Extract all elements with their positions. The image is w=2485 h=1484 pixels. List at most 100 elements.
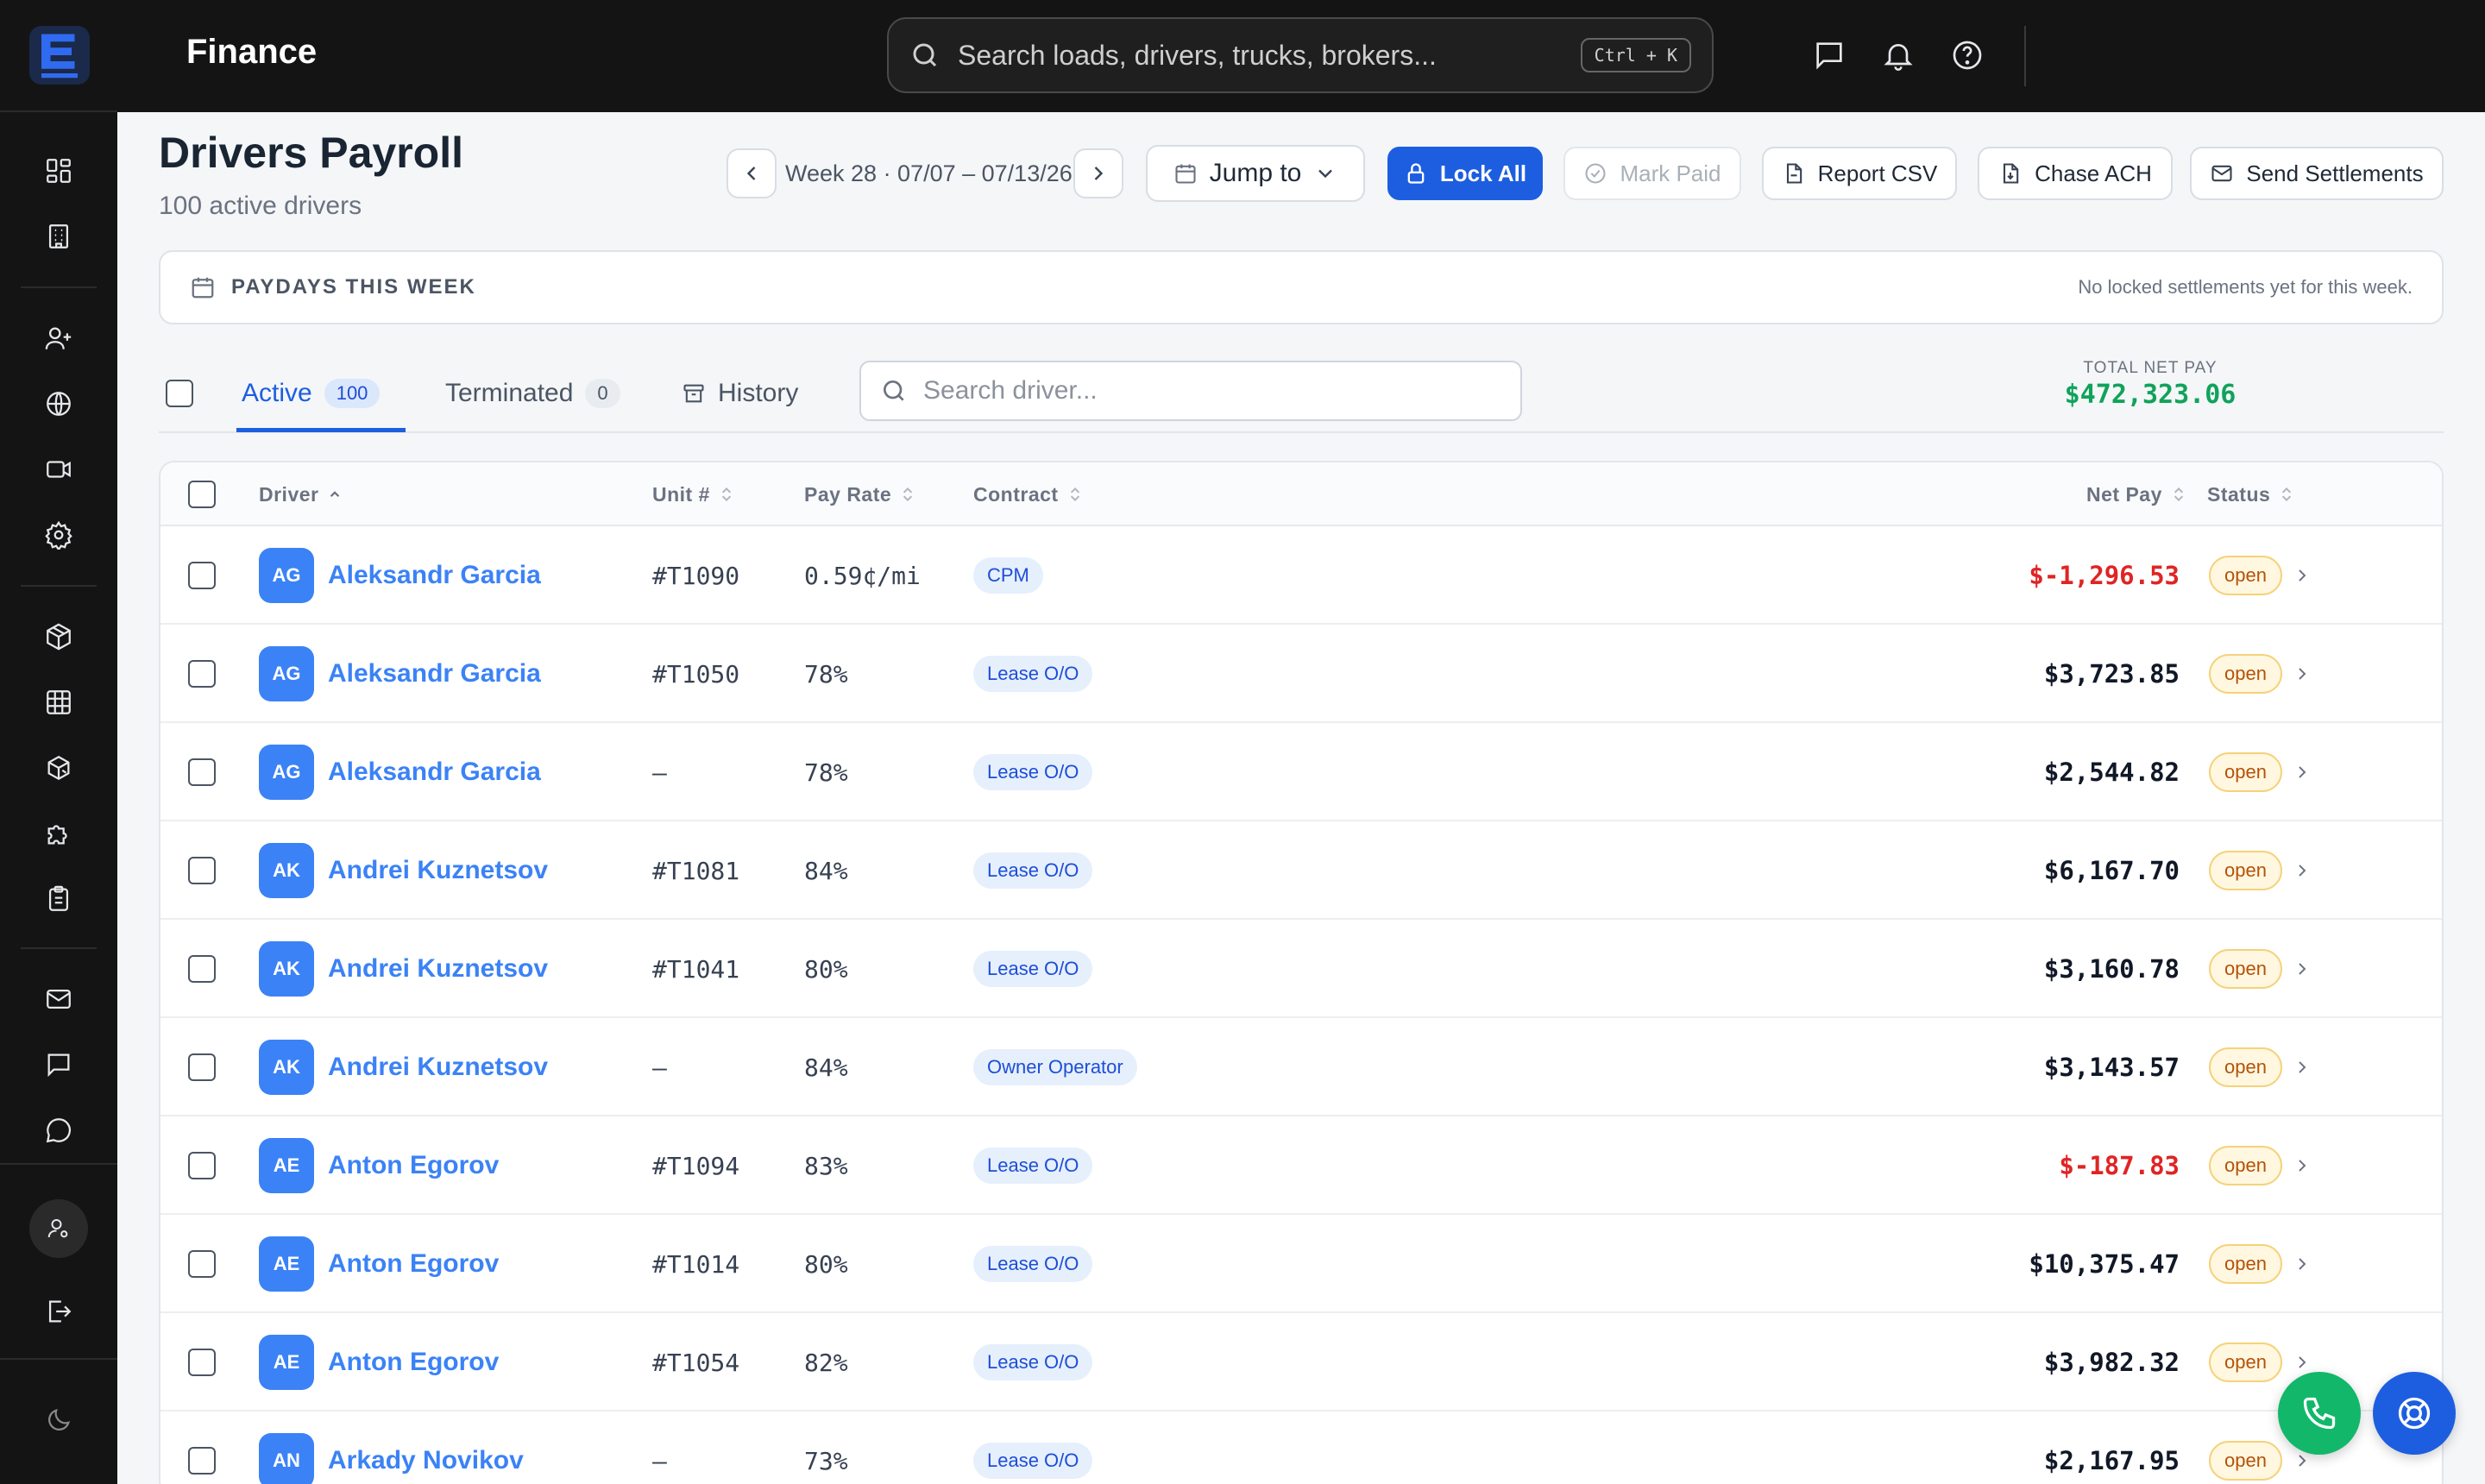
call-button[interactable] <box>2278 1372 2361 1455</box>
table-row[interactable]: AG Aleksandr Garcia — 78% Lease O/O $2,544.82… <box>160 723 2442 821</box>
table-row[interactable]: AG Aleksandr Garcia #T1090 0.59¢/mi CPM $-1,2… <box>160 526 2442 625</box>
driver-name-link[interactable]: Anton Egorov <box>328 1249 499 1279</box>
app-logo[interactable] <box>29 26 90 85</box>
row-checkbox[interactable] <box>188 1053 216 1081</box>
sort-icon <box>2282 487 2292 502</box>
grid-icon[interactable] <box>38 682 79 723</box>
row-checkbox[interactable] <box>188 1152 216 1179</box>
row-checkbox-cell <box>188 821 216 920</box>
bell-icon[interactable] <box>1878 35 1919 76</box>
row-checkbox[interactable] <box>188 660 216 688</box>
select-all-checkbox[interactable] <box>188 481 216 508</box>
table-row[interactable]: AE Anton Egorov #T1094 83% Lease O/O $-187.83… <box>160 1116 2442 1215</box>
message-square-icon[interactable] <box>38 1044 79 1085</box>
table-row[interactable]: AK Andrei Kuznetsov #T1041 80% Lease O/O $3,1… <box>160 920 2442 1018</box>
logout-icon[interactable] <box>38 1291 79 1332</box>
column-header-driver[interactable]: Driver <box>259 462 343 526</box>
chase-ach-button[interactable]: Chase ACH <box>1978 147 2173 200</box>
tab-terminated[interactable]: Terminated 0 <box>445 354 620 433</box>
column-header-net-pay[interactable]: Net Pay <box>2086 462 2186 526</box>
table-row[interactable]: AG Aleksandr Garcia #T1050 78% Lease O/O $3,7… <box>160 625 2442 723</box>
lock-all-button[interactable]: Lock All <box>1387 147 1543 200</box>
driver-name-link[interactable]: Andrei Kuznetsov <box>328 954 548 984</box>
table-row[interactable]: AE Anton Egorov #T1014 80% Lease O/O $10,375.… <box>160 1215 2442 1313</box>
driver-search-input[interactable] <box>923 376 1501 406</box>
net-pay-value: $3,160.78 <box>2043 954 2180 984</box>
driver-cell: AE Anton Egorov <box>259 1215 499 1313</box>
dashboard-icon[interactable] <box>38 150 79 192</box>
support-button[interactable] <box>2373 1372 2456 1455</box>
row-checkbox[interactable] <box>188 758 216 786</box>
sidebar-divider <box>21 585 97 587</box>
report-csv-button[interactable]: Report CSV <box>1762 147 1957 200</box>
row-checkbox-cell <box>188 1313 216 1412</box>
column-header-contract[interactable]: Contract <box>973 462 1083 526</box>
table-row[interactable]: AK Andrei Kuznetsov — 84% Owner Operator $3,1… <box>160 1018 2442 1116</box>
net-pay-value: $10,375.47 <box>2029 1249 2180 1279</box>
row-chevron-right-icon[interactable] <box>2292 625 2312 723</box>
net-pay-cell: $10,375.47 <box>1714 1215 2180 1313</box>
video-icon[interactable] <box>38 449 79 490</box>
select-all-tab-checkbox[interactable] <box>166 380 193 407</box>
row-chevron-right-icon[interactable] <box>2292 821 2312 920</box>
building-icon[interactable] <box>38 216 79 257</box>
report-csv-label: Report CSV <box>1817 160 1938 186</box>
puzzle-icon[interactable] <box>38 813 79 854</box>
status-badge: open <box>2209 1441 2282 1481</box>
row-chevron-right-icon[interactable] <box>2292 1215 2312 1313</box>
table-row[interactable]: AE Anton Egorov #T1054 82% Lease O/O $3,982.3… <box>160 1313 2442 1412</box>
driver-name-link[interactable]: Aleksandr Garcia <box>328 758 541 787</box>
message-circle-icon[interactable] <box>38 1110 79 1151</box>
driver-name-link[interactable]: Aleksandr Garcia <box>328 659 541 689</box>
tab-history[interactable]: History <box>682 354 798 433</box>
driver-name-link[interactable]: Aleksandr Garcia <box>328 561 541 590</box>
net-pay-cell: $3,160.78 <box>1714 920 2180 1018</box>
table-row[interactable]: AN Arkady Novikov — 73% Lease O/O $2,167.95 op… <box>160 1412 2442 1484</box>
tab-active[interactable]: Active 100 <box>242 354 381 433</box>
mail-icon[interactable] <box>38 978 79 1020</box>
table-row[interactable]: AK Andrei Kuznetsov #T1081 84% Lease O/O $6,1… <box>160 821 2442 920</box>
global-search[interactable]: Ctrl + K <box>887 17 1714 93</box>
paydays-banner: PAYDAYS THIS WEEK No locked settlements … <box>159 250 2444 324</box>
mark-paid-button[interactable]: Mark Paid <box>1563 147 1741 200</box>
driver-name-link[interactable]: Andrei Kuznetsov <box>328 1053 548 1082</box>
row-checkbox[interactable] <box>188 1447 216 1475</box>
row-chevron-right-icon[interactable] <box>2292 526 2312 625</box>
user-settings-icon[interactable] <box>29 1199 88 1258</box>
boxes-icon[interactable] <box>38 747 79 789</box>
column-header-unit[interactable]: Unit # <box>652 462 734 526</box>
contract-cell: Lease O/O <box>973 1215 1093 1313</box>
jump-to-button[interactable]: Jump to <box>1146 145 1365 202</box>
row-checkbox[interactable] <box>188 1349 216 1376</box>
row-checkbox[interactable] <box>188 955 216 983</box>
row-checkbox[interactable] <box>188 857 216 884</box>
settings-icon[interactable] <box>38 514 79 556</box>
box-icon[interactable] <box>38 616 79 657</box>
help-icon[interactable] <box>1947 35 1988 76</box>
row-checkbox[interactable] <box>188 562 216 589</box>
total-net-pay-value: $472,323.06 <box>2064 380 2236 410</box>
row-checkbox-cell <box>188 625 216 723</box>
clipboard-icon[interactable] <box>38 878 79 920</box>
driver-name-link[interactable]: Anton Egorov <box>328 1151 499 1180</box>
driver-name-link[interactable]: Arkady Novikov <box>328 1446 524 1475</box>
row-chevron-right-icon[interactable] <box>2292 723 2312 821</box>
previous-week-button[interactable] <box>727 148 777 198</box>
driver-name-link[interactable]: Andrei Kuznetsov <box>328 856 548 885</box>
column-header-pay-rate[interactable]: Pay Rate <box>804 462 915 526</box>
header-select-all[interactable] <box>188 462 216 526</box>
moon-icon[interactable] <box>38 1399 79 1441</box>
row-checkbox[interactable] <box>188 1250 216 1278</box>
driver-name-link[interactable]: Anton Egorov <box>328 1348 499 1377</box>
next-week-button[interactable] <box>1073 148 1123 198</box>
row-chevron-right-icon[interactable] <box>2292 1116 2312 1215</box>
column-header-status[interactable]: Status <box>2207 462 2294 526</box>
globe-icon[interactable] <box>38 383 79 424</box>
chat-icon[interactable] <box>1809 35 1850 76</box>
row-chevron-right-icon[interactable] <box>2292 1018 2312 1116</box>
global-search-input[interactable] <box>958 39 1581 72</box>
send-settlements-button[interactable]: Send Settlements <box>2190 147 2444 200</box>
driver-search[interactable] <box>859 361 1522 421</box>
user-plus-icon[interactable] <box>38 318 79 359</box>
row-chevron-right-icon[interactable] <box>2292 920 2312 1018</box>
